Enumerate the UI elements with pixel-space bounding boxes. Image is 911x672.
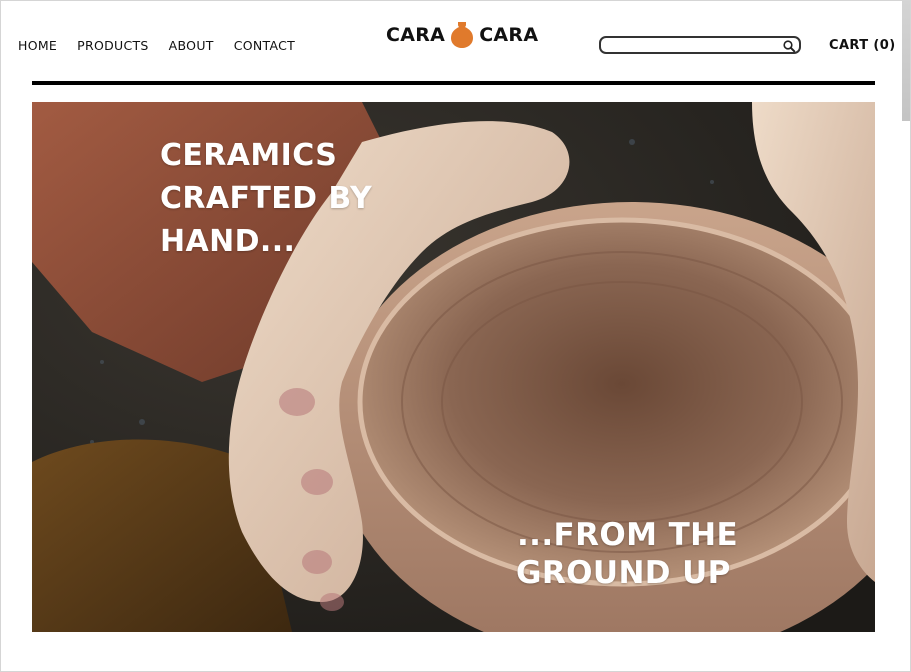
nav-contact[interactable]: CONTACT bbox=[234, 38, 295, 53]
pottery-wheel-image bbox=[32, 102, 875, 632]
site-header: HOME PRODUCTS ABOUT CONTACT CARA CARA CA… bbox=[1, 1, 904, 81]
search-box bbox=[599, 36, 801, 57]
cart-link[interactable]: CART (0) bbox=[829, 38, 896, 53]
search-input[interactable] bbox=[601, 42, 783, 57]
hero-banner: CERAMICS CRAFTED BY HAND... ...FROM THE … bbox=[32, 102, 875, 632]
header-divider bbox=[32, 81, 875, 85]
nav-about[interactable]: ABOUT bbox=[169, 38, 214, 53]
hero-headline-line-3: HAND... bbox=[160, 224, 296, 259]
site-logo[interactable]: CARA CARA bbox=[386, 21, 538, 49]
page-scrollbar[interactable] bbox=[902, 1, 910, 121]
nav-products[interactable]: PRODUCTS bbox=[77, 38, 149, 53]
main-nav: HOME PRODUCTS ABOUT CONTACT bbox=[18, 38, 315, 53]
nav-home[interactable]: HOME bbox=[18, 38, 57, 53]
vase-icon bbox=[451, 22, 474, 48]
hero-headline-line-1: CERAMICS bbox=[160, 138, 338, 173]
hero-tagline-line-2: GROUND UP bbox=[516, 555, 731, 591]
browser-window: HOME PRODUCTS ABOUT CONTACT CARA CARA CA… bbox=[0, 0, 911, 672]
hero-tagline-line-1: ...FROM THE bbox=[517, 517, 739, 553]
logo-left-word: CARA bbox=[386, 24, 446, 46]
logo-right-word: CARA bbox=[479, 24, 539, 46]
search-icon[interactable] bbox=[782, 39, 796, 53]
hero-headline-line-2: CRAFTED BY bbox=[160, 181, 373, 216]
